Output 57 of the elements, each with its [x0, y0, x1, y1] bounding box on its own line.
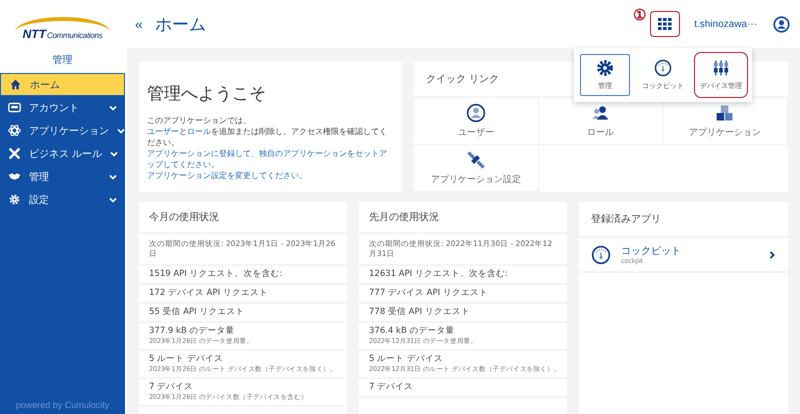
grid-icon — [658, 18, 672, 30]
settings-icon — [596, 59, 614, 77]
cubes-icon — [715, 103, 736, 123]
welcome-text: このアプリケーションでは、 — [147, 115, 252, 126]
annotation-marker: ① — [633, 6, 646, 24]
settings-icon — [8, 193, 21, 206]
text-link[interactable]: アプリケーション設定を変更してください。 — [147, 170, 394, 181]
welcome-title: 管理へようこそ — [147, 83, 267, 105]
footer-text: powered by Cumulocity — [14, 400, 110, 412]
card-title: 登録済みアプリ — [579, 202, 788, 238]
id-card-icon — [8, 101, 21, 114]
chevron-icon — [109, 172, 117, 180]
company-logo: NTTCommunications — [14, 17, 110, 47]
sidebar-item[interactable]: アプリケーション — [0, 119, 125, 142]
sidebar-item[interactable]: ビジネス ルール — [0, 142, 125, 165]
usage-value: 7 デバイス — [149, 382, 194, 393]
user-name[interactable]: t.shinozawa··· — [694, 18, 757, 30]
app-name: 管理 — [52, 54, 72, 67]
chevron-icon — [110, 150, 118, 158]
user-icon[interactable] — [773, 16, 790, 32]
page-title: ホーム — [154, 14, 207, 36]
gauge-icon — [654, 59, 672, 77]
card-title: 先月の使用状況 — [359, 202, 567, 234]
sidebar-item[interactable]: アカウント — [0, 96, 125, 119]
sidebar-item[interactable]: 管理 — [0, 165, 125, 188]
usage-value: 1519 API リクエスト、次を含む: — [149, 269, 284, 280]
usage-value: 55 受信 API リクエスト — [149, 307, 246, 318]
quick-link[interactable]: アプリケーション設定 — [414, 145, 539, 192]
usage-value: 377.9 kB のデータ量 — [149, 326, 236, 337]
usage-value: 5 ルート デバイス — [369, 354, 444, 365]
usage-value: 12631 API リクエスト、次を含む: — [369, 269, 509, 280]
usage-value: 172 デバイス API リクエスト — [149, 288, 269, 299]
chevron-icon — [109, 104, 117, 112]
sidebar-item[interactable]: 設定 — [0, 188, 125, 211]
text-link[interactable]: ロール — [187, 127, 211, 136]
chevron-icon — [768, 250, 776, 258]
atom-icon — [8, 124, 21, 137]
home-icon — [9, 78, 22, 91]
usage-value: 777 デバイス API リクエスト — [369, 288, 489, 299]
usage-value: 7 デバイス — [369, 382, 414, 393]
usage-value: 5 ルート デバイス — [149, 354, 224, 365]
text-link[interactable]: ユーザー — [147, 127, 179, 136]
card-title: 今月の使用状況 — [139, 202, 347, 234]
quick-link[interactable]: アプリケーション — [663, 98, 788, 145]
chevron-icon — [109, 196, 117, 204]
usage-value: 376.4 kB のデータ量 — [369, 326, 456, 337]
collapse-button[interactable]: « — [131, 16, 147, 32]
quick-link[interactable]: ロール — [538, 98, 664, 145]
welcome-text: ユーザー と ロールを追加または削除し、アクセス権限を確認してください。 — [147, 126, 388, 148]
text-link[interactable]: アプリケーションに登録して、独自のアプリケーションをセットアップしてください。 — [147, 148, 394, 170]
quick-link[interactable]: ユーザー — [414, 98, 539, 145]
sidebar-item[interactable]: ホーム — [0, 73, 125, 96]
gauge-icon — [591, 244, 611, 264]
sliders-icon — [712, 59, 730, 77]
user-icon — [466, 103, 486, 123]
usage-value: 778 受信 API リクエスト — [369, 307, 471, 318]
apps-button[interactable] — [650, 11, 680, 37]
